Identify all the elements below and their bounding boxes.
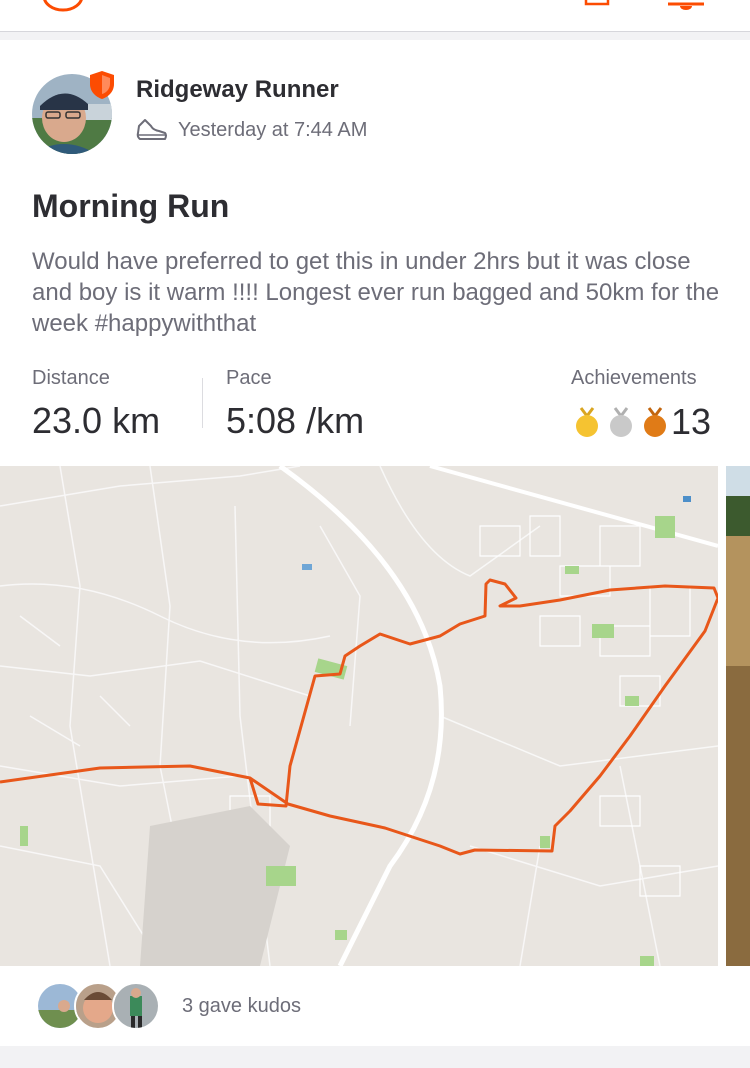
kudos-row[interactable]: 3 gave kudos (36, 982, 301, 1030)
running-shoe-icon (136, 119, 167, 140)
silver-medal-icon (610, 407, 632, 437)
kudos-count-text[interactable]: 3 gave kudos (182, 995, 301, 1018)
gold-medal-icon (576, 407, 598, 437)
activity-description: Would have preferred to get this in unde… (32, 248, 720, 337)
activity-meta: Yesterday at 7:44 AM (136, 116, 367, 144)
distance-label: Distance (32, 367, 110, 389)
record-icon[interactable] (42, 0, 84, 12)
pace-label: Pace (226, 367, 272, 389)
notifications-bell-icon[interactable] (666, 0, 706, 10)
pace-value: 5:08 /km (226, 400, 365, 441)
activity-photo-thumbnail[interactable] (726, 466, 750, 966)
achievements[interactable]: 13 (575, 401, 712, 442)
distance-value: 23.0 km (32, 400, 161, 441)
athlete-name[interactable]: Ridgeway Runner (136, 76, 339, 104)
achievements-count: 13 (671, 401, 712, 442)
achievements-label: Achievements (571, 367, 697, 389)
route-map[interactable] (0, 466, 718, 966)
top-nav-bar (0, 0, 750, 32)
subscriber-shield-icon (90, 71, 114, 99)
kudos-avatar[interactable] (112, 982, 160, 1030)
bronze-medal-icon (644, 407, 666, 437)
activity-card[interactable]: Ridgeway Runner Yesterday at 7:44 AM Mor… (0, 40, 750, 1046)
stat-divider (202, 378, 203, 428)
inbox-icon[interactable] (583, 0, 611, 8)
activity-title[interactable]: Morning Run (32, 188, 229, 225)
activity-timestamp: Yesterday at 7:44 AM (178, 118, 368, 141)
